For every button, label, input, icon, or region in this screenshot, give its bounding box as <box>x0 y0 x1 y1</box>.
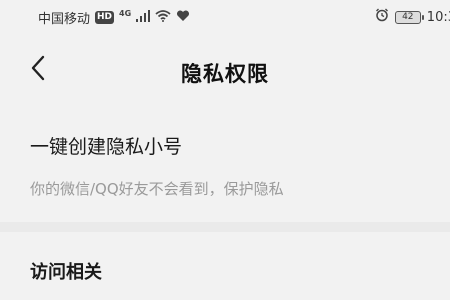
battery-icon: 42 <box>394 10 424 24</box>
heart-icon <box>176 9 190 26</box>
private-account-subtitle: 你的微信/QQ好友不会看到，保护隐私 <box>30 180 284 198</box>
section-title: 访问相关 <box>30 262 102 283</box>
wifi-icon <box>155 9 171 26</box>
signal-icon <box>136 9 151 26</box>
status-left: 中国移动 HD 4G <box>38 8 190 27</box>
battery-level: 42 <box>402 11 414 22</box>
status-bar: 中国移动 HD 4G 42 10: <box>0 0 450 34</box>
section-divider <box>0 222 450 232</box>
page-title: 隐私权限 <box>181 62 269 86</box>
private-account-title: 一键创建隐私小号 <box>30 136 183 158</box>
alarm-icon <box>375 8 389 26</box>
clock: 10:3 <box>426 9 450 25</box>
nav-bar: 隐私权限 <box>0 38 450 102</box>
carrier-label: 中国移动 <box>38 12 91 27</box>
network-type: 4G <box>119 9 132 18</box>
status-right: 42 10:3 <box>375 8 450 26</box>
hd-badge: HD <box>95 11 115 24</box>
